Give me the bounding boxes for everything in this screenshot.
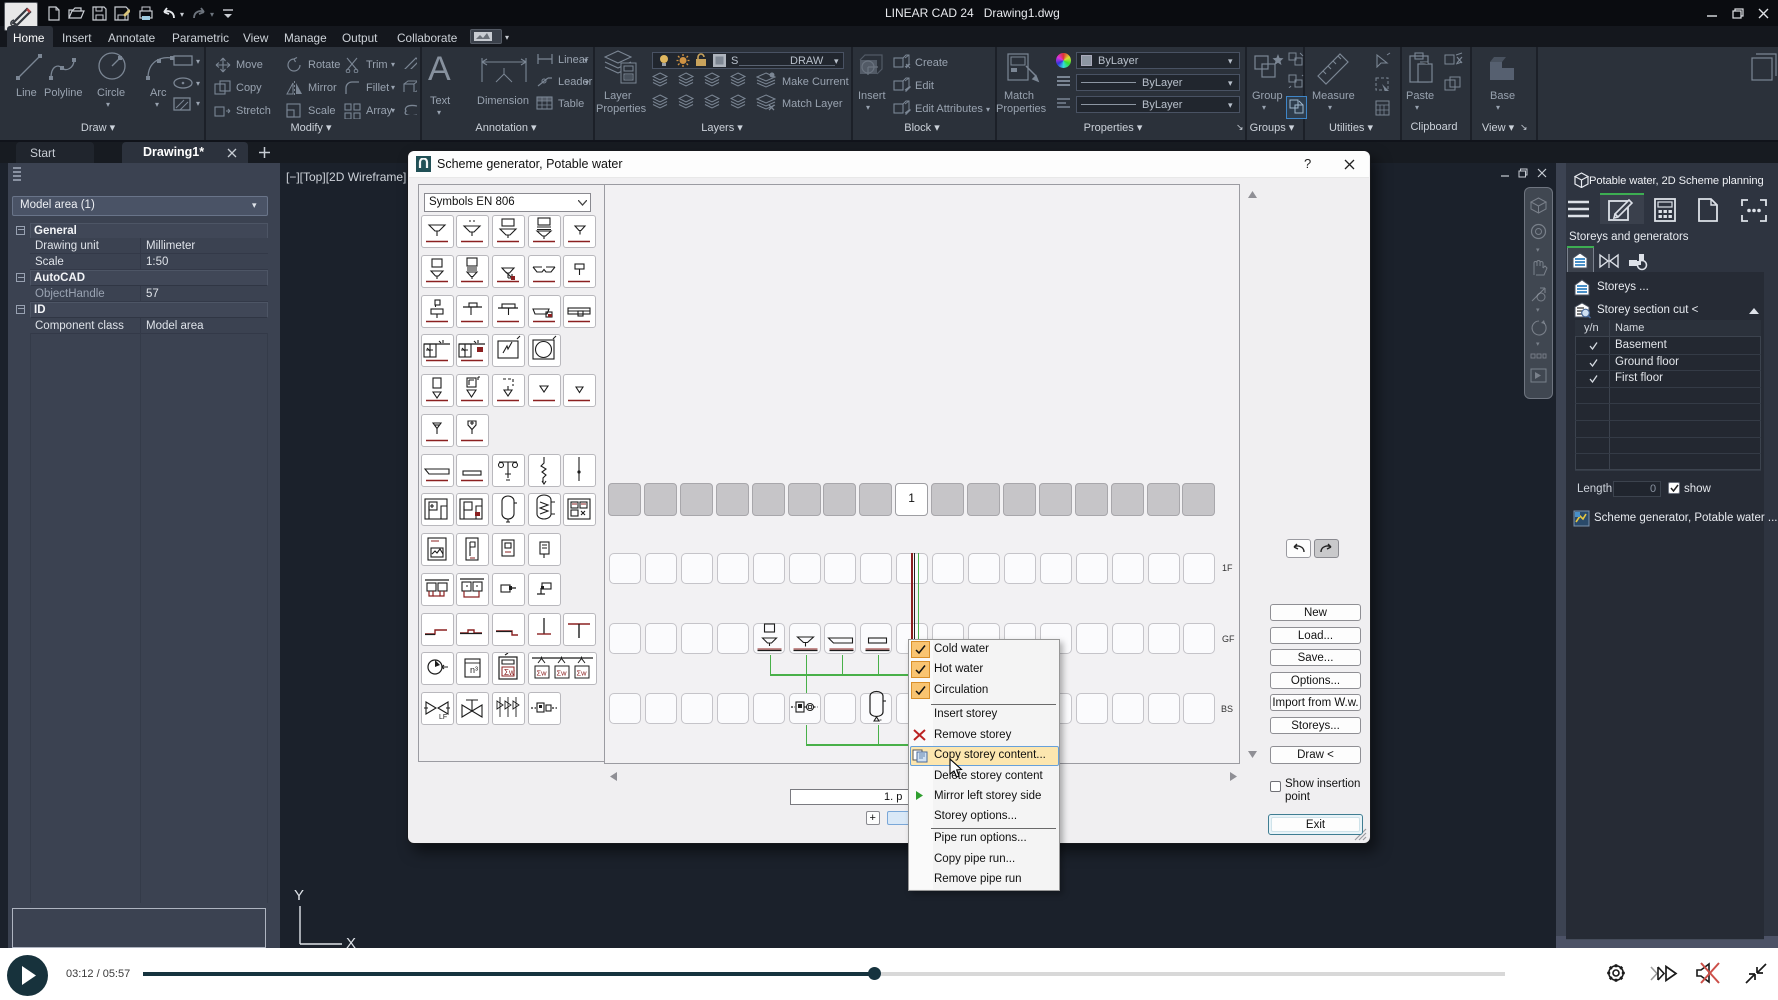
svg-text:Σw: Σw bbox=[556, 669, 567, 678]
svg-text:Σw: Σw bbox=[536, 669, 547, 678]
svg-text:LF: LF bbox=[439, 714, 447, 721]
svg-text:Y: Y bbox=[294, 887, 304, 904]
svg-text:X: X bbox=[346, 935, 356, 948]
svg-text:Σw: Σw bbox=[504, 668, 515, 677]
svg-text:n³: n³ bbox=[470, 665, 478, 675]
svg-text:Σw: Σw bbox=[576, 669, 587, 678]
